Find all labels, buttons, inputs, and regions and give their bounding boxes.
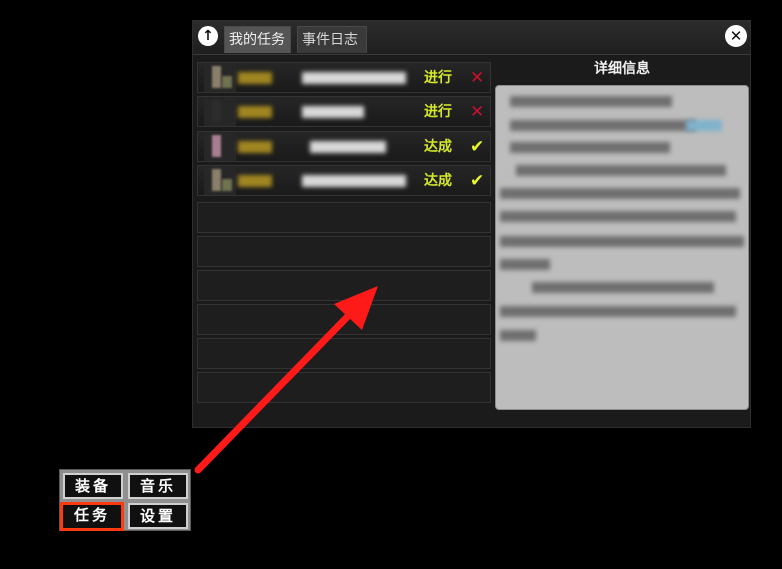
empty-quest-slot [197, 304, 491, 335]
up-arrow-icon[interactable]: ↑ [198, 26, 218, 46]
detail-text-line [500, 211, 736, 222]
settings-button[interactable]: 设置 [128, 503, 188, 529]
quest-giver-name [238, 106, 272, 118]
quest-giver-name [238, 72, 272, 84]
quest-status: 进行 [424, 70, 452, 86]
quest-portrait [204, 133, 236, 161]
empty-quest-slot [197, 270, 491, 301]
tab-bar: ↑ 我的任务 事件日志 ✕ [193, 21, 750, 55]
quest-portrait [204, 167, 236, 195]
detail-text-line [510, 120, 696, 131]
empty-quest-slot [197, 372, 491, 403]
quest-title [302, 175, 406, 187]
quest-giver-name [238, 141, 272, 153]
quest-giver-name [238, 175, 272, 187]
detail-text-line [510, 142, 670, 153]
quest-title [310, 141, 386, 153]
quest-row[interactable]: 达成 ✔ [197, 131, 491, 162]
quest-row[interactable]: 进行 ✕ [197, 96, 491, 127]
system-menu: 装备 音乐 任务 设置 [59, 469, 191, 531]
empty-quest-slot [197, 202, 491, 233]
equipment-button[interactable]: 装备 [63, 473, 123, 499]
completed-check-icon: ✔ [470, 137, 485, 157]
quest-window: ↑ 我的任务 事件日志 ✕ 进行 ✕ 进行 ✕ 达成 ✔ 达成 ✔ 详细信息 [192, 20, 751, 428]
detail-text-line [500, 306, 736, 317]
quest-status: 达成 [424, 139, 452, 155]
music-button[interactable]: 音乐 [128, 473, 188, 499]
quest-status: 进行 [424, 104, 452, 120]
quest-row[interactable]: 达成 ✔ [197, 165, 491, 196]
quest-portrait [204, 98, 236, 126]
tab-my-quests[interactable]: 我的任务 [224, 26, 291, 53]
detail-text-line [500, 259, 550, 270]
empty-quest-slot [197, 338, 491, 369]
detail-text-line [516, 165, 726, 176]
quest-button[interactable]: 任务 [60, 502, 124, 531]
detail-text-line [500, 236, 744, 247]
quest-portrait [204, 64, 236, 92]
detail-link-text[interactable] [686, 120, 722, 131]
detail-text-line [532, 282, 714, 293]
detail-text-line [500, 330, 536, 341]
abandon-icon[interactable]: ✕ [470, 101, 484, 123]
abandon-icon[interactable]: ✕ [470, 67, 484, 89]
tab-event-log[interactable]: 事件日志 [297, 26, 367, 53]
completed-check-icon: ✔ [470, 171, 485, 191]
detail-text-line [500, 188, 740, 199]
empty-quest-slot [197, 236, 491, 267]
quest-status: 达成 [424, 173, 452, 189]
detail-title: 详细信息 [594, 61, 650, 77]
quest-title [302, 106, 364, 118]
close-icon[interactable]: ✕ [725, 25, 747, 47]
detail-panel[interactable] [495, 85, 749, 410]
detail-text-line [510, 96, 672, 107]
quest-row[interactable]: 进行 ✕ [197, 62, 491, 93]
quest-title [302, 72, 406, 84]
